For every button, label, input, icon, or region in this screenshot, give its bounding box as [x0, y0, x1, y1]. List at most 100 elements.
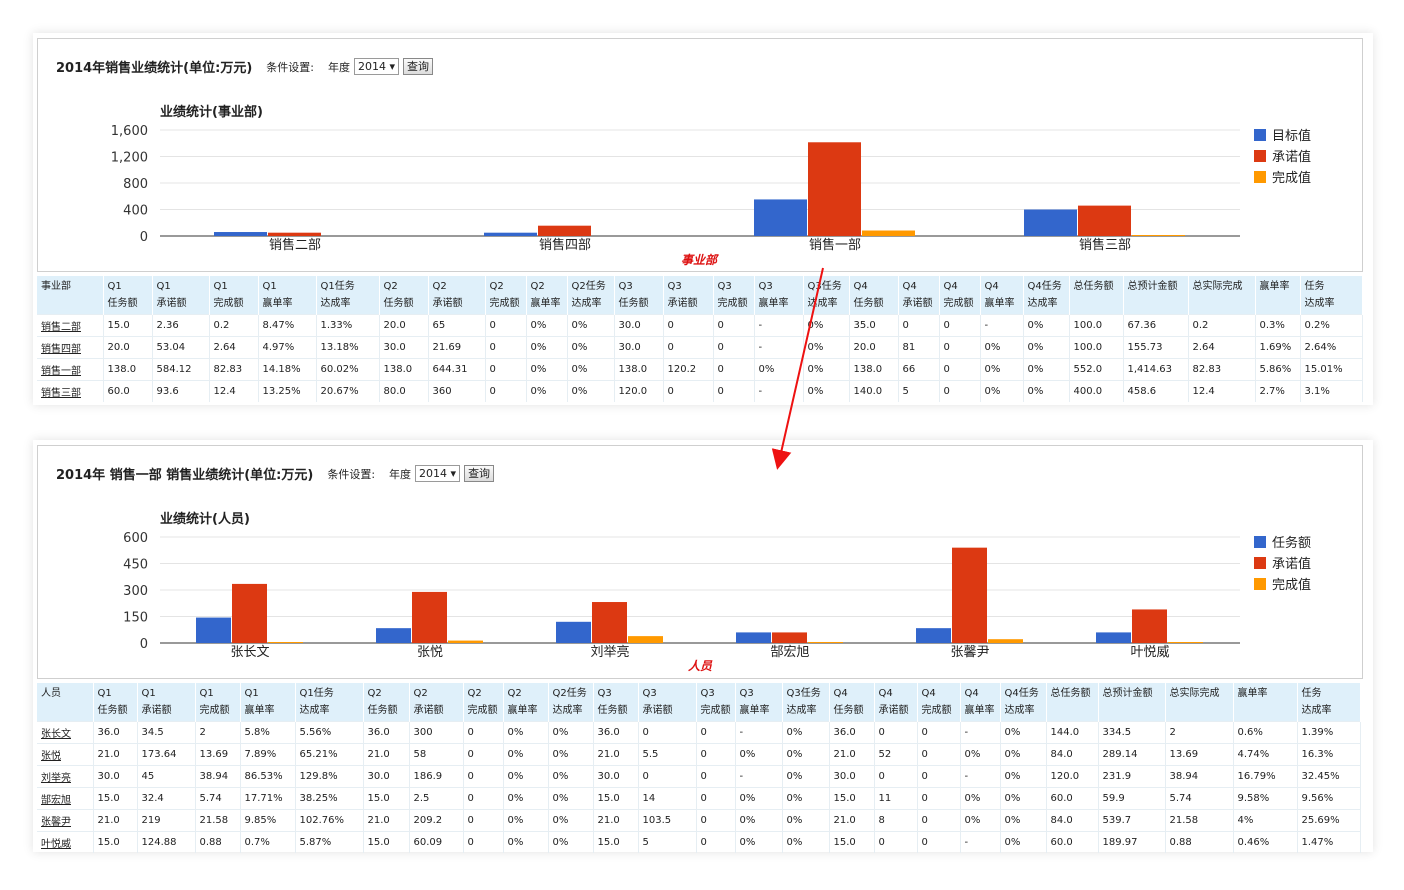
legend-swatch	[1254, 557, 1266, 569]
chart-title: 业绩统计(人员)	[160, 511, 250, 527]
table-cell: 0%	[782, 765, 830, 788]
table-cell: -	[735, 765, 783, 788]
table-cell: 0.2	[209, 314, 259, 337]
row-link[interactable]: 张馨尹	[41, 817, 71, 828]
column-header: Q4 任务额	[849, 276, 899, 315]
staff-annotation: 人员	[688, 659, 713, 673]
column-header: Q4 承诺额	[898, 276, 940, 315]
row-name-link[interactable]: 销售四部	[37, 336, 104, 359]
table-cell: 0	[485, 314, 527, 337]
table-cell: 66	[898, 358, 940, 381]
row-name-link[interactable]: 销售一部	[37, 358, 104, 381]
bar-完成值	[988, 639, 1023, 643]
row-link[interactable]: 叶悦威	[41, 839, 71, 850]
bar-承诺值	[1132, 609, 1167, 643]
column-header: Q1 承诺额	[137, 683, 196, 722]
row-link[interactable]: 销售三部	[41, 388, 81, 399]
table-row: 叶悦威 15.0 124.88 0.88 0.7% 5.87% 15.0 60.09 0 0% 0%…	[37, 831, 1361, 853]
department-annotation: 事业部	[681, 253, 718, 267]
row-link[interactable]: 销售一部	[41, 366, 81, 377]
table-cell: 0%	[1023, 314, 1070, 337]
table-cell: 120.0	[1046, 765, 1099, 788]
bar-任务额	[196, 617, 231, 643]
legend-label: 承诺值	[1272, 149, 1311, 165]
column-header: Q2任务 达成率	[548, 683, 594, 722]
table-cell: 13.69	[195, 743, 241, 766]
table-cell: 186.9	[409, 765, 464, 788]
x-tick-label: 张馨尹	[950, 644, 989, 660]
row-name-link[interactable]: 销售二部	[37, 314, 104, 337]
bar-完成值	[862, 230, 915, 236]
row-link[interactable]: 刘举亮	[41, 773, 71, 784]
row-link[interactable]: 销售二部	[41, 322, 81, 333]
table-cell: 8	[874, 809, 918, 832]
table-cell: 0.88	[1165, 831, 1234, 853]
table-cell: 12.4	[1188, 380, 1256, 402]
table-cell: 0	[874, 765, 918, 788]
row-name-link[interactable]: 叶悦威	[37, 831, 94, 853]
table-cell: 219	[137, 809, 196, 832]
y-tick-label: 450	[123, 558, 148, 573]
table-cell: 0%	[980, 380, 1024, 402]
x-tick-label: 张悦	[417, 645, 443, 660]
row-link[interactable]: 张悦	[41, 751, 61, 762]
table-cell: 32.4	[137, 787, 196, 810]
table-cell: 2	[1165, 721, 1234, 744]
row-link[interactable]: 销售四部	[41, 344, 81, 355]
bar-承诺值	[412, 591, 447, 643]
table-cell: -	[754, 314, 804, 337]
x-tick-label: 刘举亮	[590, 644, 629, 660]
table-cell: 14	[638, 787, 697, 810]
table-cell: 20.0	[379, 314, 429, 337]
table-cell: 189.97	[1098, 831, 1166, 853]
staff-panel: 2014年 销售一部 销售业绩统计(单位:万元) 条件设置: 年度 2014 ▾…	[33, 440, 1373, 853]
bar-完成值	[808, 641, 843, 643]
table-cell: 9.58%	[1233, 787, 1298, 810]
bar-完成值	[1132, 235, 1185, 236]
table-cell: 0%	[735, 743, 783, 766]
table-cell: 644.31	[428, 358, 486, 381]
row-link[interactable]: 张长文	[41, 729, 71, 740]
table-cell: 0	[463, 721, 504, 744]
row-name-link[interactable]: 张长文	[37, 721, 94, 744]
column-header: Q4 任务额	[829, 683, 875, 722]
legend-label: 任务额	[1272, 535, 1311, 551]
table-cell: 36.0	[829, 721, 875, 744]
table-cell: 30.0	[829, 765, 875, 788]
bar-承诺值	[592, 602, 627, 643]
table-cell: 20.67%	[316, 380, 380, 402]
row-name-link[interactable]: 销售三部	[37, 380, 104, 402]
row-name-link[interactable]: 刘举亮	[37, 765, 94, 788]
table-cell: 120.2	[663, 358, 714, 381]
table-cell: 0%	[754, 358, 804, 381]
column-header: 事业部	[37, 276, 104, 315]
bar-任务额	[1096, 632, 1131, 643]
table-cell: 0	[917, 743, 961, 766]
row-name-link[interactable]: 张馨尹	[37, 809, 94, 832]
table-cell: 0%	[548, 809, 594, 832]
table-cell: 0%	[503, 721, 549, 744]
column-header: Q4 赢单率	[960, 683, 1001, 722]
y-tick-label: 0	[140, 230, 148, 245]
table-cell: 60.0	[103, 380, 153, 402]
table-cell: 231.9	[1098, 765, 1166, 788]
column-header: 总实际完成	[1188, 276, 1256, 315]
table-cell: 25.69%	[1297, 809, 1361, 832]
column-header: Q4 承诺额	[874, 683, 918, 722]
row-link[interactable]: 郜宏旭	[41, 795, 71, 806]
y-tick-label: 150	[123, 611, 148, 626]
table-cell: 0	[917, 721, 961, 744]
table-cell: 36.0	[593, 721, 639, 744]
table-cell: 0%	[567, 358, 615, 381]
row-name-link[interactable]: 张悦	[37, 743, 94, 766]
table-cell: 60.0	[1046, 787, 1099, 810]
table-cell: 0	[874, 831, 918, 853]
table-cell: 36.0	[363, 721, 410, 744]
table-cell: 0	[696, 743, 736, 766]
row-name-link[interactable]: 郜宏旭	[37, 787, 94, 810]
table-cell: 0%	[526, 380, 568, 402]
table-cell: 0%	[960, 809, 1001, 832]
bar-任务额	[916, 628, 951, 643]
table-cell: 30.0	[93, 765, 138, 788]
table-cell: 0%	[980, 336, 1024, 359]
